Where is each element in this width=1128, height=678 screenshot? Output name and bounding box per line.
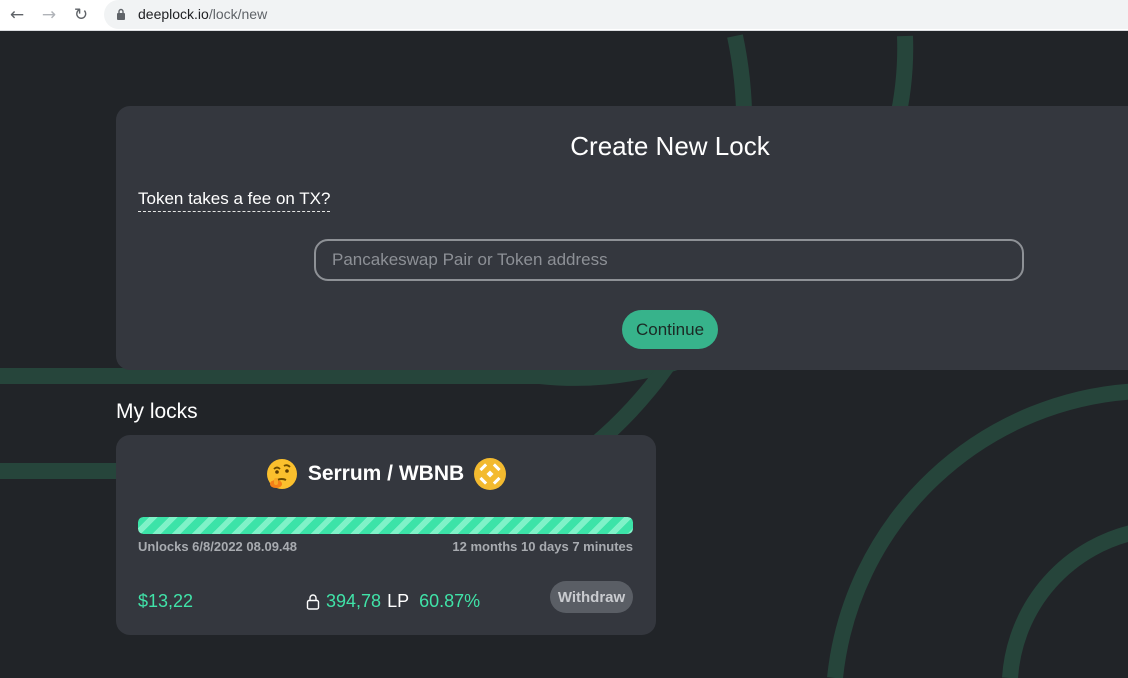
- continue-button[interactable]: Continue: [622, 310, 718, 349]
- pair-name: Serrum / WBNB: [307, 462, 465, 485]
- url-text: deeplock.io/lock/new: [138, 6, 267, 22]
- back-icon[interactable]: ←: [6, 4, 28, 26]
- pair-header: Serrum / WBNB: [116, 457, 656, 491]
- browser-toolbar: ← → ↻ deeplock.io/lock/new: [0, 0, 1128, 31]
- lp-info: 394,78 LP 60.87%: [306, 591, 480, 612]
- padlock-icon: [117, 8, 125, 20]
- forward-icon[interactable]: →: [38, 4, 60, 26]
- my-locks-heading: My locks: [116, 400, 198, 423]
- unlock-date: Unlocks 6/8/2022 08.09.48: [138, 539, 298, 554]
- lp-unit: LP: [387, 591, 410, 611]
- time-remaining: 12 months 10 days 7 minutes: [452, 539, 633, 554]
- lock-card: Serrum / WBNB Unlocks 6/8/2022 08.09.48 …: [116, 435, 656, 635]
- thinking-face-icon: [266, 459, 297, 489]
- create-lock-card: Create New Lock Token takes a fee on TX?…: [116, 106, 1128, 370]
- lock-progress-bar: [138, 517, 633, 534]
- fee-tooltip-trigger[interactable]: Token takes a fee on TX?: [138, 189, 331, 212]
- lp-percent: 60.87%: [419, 591, 481, 611]
- page-title: Create New Lock: [570, 131, 770, 161]
- lp-amount: 394,78: [326, 591, 382, 611]
- address-bar[interactable]: deeplock.io/lock/new: [104, 0, 1128, 29]
- url-path: /lock/new: [208, 6, 268, 22]
- token-address-input[interactable]: [314, 239, 1024, 281]
- bnb-logo-icon: [474, 458, 507, 490]
- reload-icon[interactable]: ↻: [70, 4, 92, 26]
- url-domain: deeplock.io: [138, 6, 209, 22]
- lock-progress-fill: [138, 517, 633, 534]
- withdraw-button[interactable]: Withdraw: [550, 581, 633, 613]
- lock-icon: [306, 594, 320, 610]
- usd-value: $13,22: [138, 591, 194, 611]
